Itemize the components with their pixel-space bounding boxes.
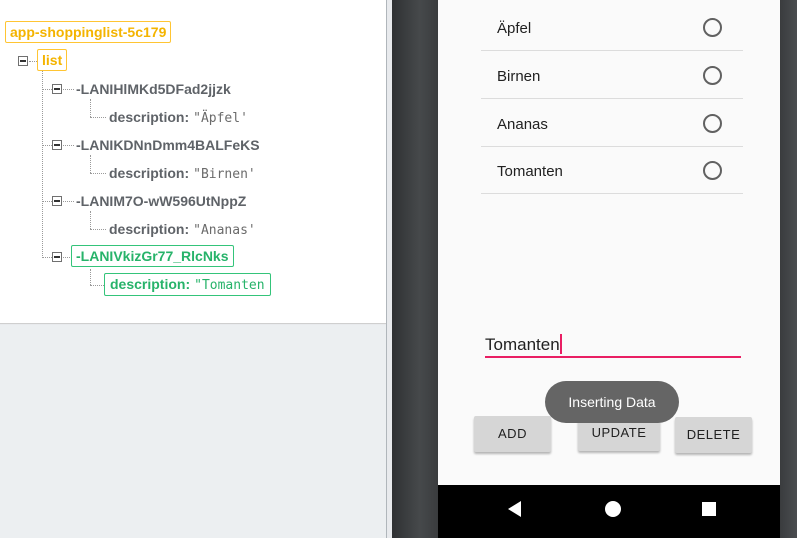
shopping-list-item[interactable]: Ananas xyxy=(481,99,743,147)
tree-connector xyxy=(90,285,104,286)
text-cursor xyxy=(559,334,562,354)
collapse-toggle-entry[interactable] xyxy=(52,252,62,262)
tree-connector xyxy=(90,229,106,230)
collapse-toggle-entry[interactable] xyxy=(52,84,62,94)
panel-divider xyxy=(386,0,387,538)
item-label: Birnen xyxy=(497,68,541,85)
item-label: Tomanten xyxy=(497,163,563,180)
tree-entry-key[interactable]: -LANIKDNnDmm4BALFeKS xyxy=(76,137,260,153)
tree-connector xyxy=(90,269,91,285)
shopping-list-item[interactable]: Äpfel xyxy=(481,3,743,51)
input-value: Tomanten xyxy=(485,335,560,354)
tree-entry-description[interactable]: description: "Ananas' xyxy=(109,221,256,238)
item-radio-button[interactable] xyxy=(703,114,722,133)
tree-connector xyxy=(90,99,91,117)
tree-entry-description[interactable]: description: "Äpfel' xyxy=(109,109,248,126)
tree-node-list[interactable]: list xyxy=(37,49,68,71)
tree-connector xyxy=(63,201,74,202)
tree-connector xyxy=(42,71,43,258)
description-key-label: description: xyxy=(109,165,190,181)
shopping-list-item[interactable]: Tomanten xyxy=(481,146,743,194)
item-radio-button[interactable] xyxy=(703,66,722,85)
android-navigation-bar xyxy=(438,485,780,538)
description-key-label: description: xyxy=(109,221,190,237)
description-value[interactable]: "Ananas' xyxy=(193,223,256,238)
collapse-toggle-entry[interactable] xyxy=(52,140,62,150)
tree-connector xyxy=(42,145,52,146)
database-tree-panel: app-shoppinglist-5c179 list -LANIHlMKd5D… xyxy=(0,0,386,324)
tree-connector xyxy=(29,61,37,62)
tree-connector xyxy=(90,117,106,118)
item-label: Ananas xyxy=(497,116,548,133)
delete-button[interactable]: DELETE xyxy=(675,417,752,453)
emulator-bezel-right xyxy=(780,0,797,538)
toast-message: Inserting Data xyxy=(545,381,679,423)
item-radio-button[interactable] xyxy=(703,161,722,180)
emulator-bezel-left xyxy=(392,0,438,538)
shopping-list-item[interactable]: Birnen xyxy=(481,51,743,99)
collapse-toggle-list[interactable] xyxy=(18,56,28,66)
tree-connector xyxy=(42,201,52,202)
tree-connector xyxy=(90,155,91,173)
tree-root-node[interactable]: app-shoppinglist-5c179 xyxy=(5,21,172,43)
item-input-field[interactable]: Tomanten xyxy=(485,332,741,358)
description-key-label: description: xyxy=(110,276,191,292)
tree-connector xyxy=(63,257,70,258)
tree-connector xyxy=(63,145,74,146)
add-button[interactable]: ADD xyxy=(474,416,551,452)
description-value[interactable]: "Äpfel' xyxy=(193,111,248,126)
tree-entry-description[interactable]: description: "Birnen' xyxy=(109,165,256,182)
tree-connector xyxy=(90,173,106,174)
recents-square-icon[interactable] xyxy=(702,502,716,516)
tree-entry-key[interactable]: -LANIM7O-wW596UtNppZ xyxy=(76,193,246,209)
home-circle-icon[interactable] xyxy=(605,501,621,517)
tree-entry-key[interactable]: -LANIHlMKd5DFad2jjzk xyxy=(76,81,231,97)
description-value[interactable]: "Birnen' xyxy=(193,167,256,182)
tree-connector xyxy=(42,89,52,90)
item-label: Äpfel xyxy=(497,20,532,37)
tree-connector xyxy=(42,257,52,258)
description-key-label: description: xyxy=(109,109,190,125)
tree-entry-key-new[interactable]: -LANIVkizGr77_RlcNks xyxy=(71,245,234,267)
tree-connector xyxy=(90,211,91,229)
tree-connector xyxy=(63,89,74,90)
tree-entry-description-new[interactable]: description: "Tomanten xyxy=(104,273,271,296)
empty-panel-area xyxy=(0,325,386,538)
description-value[interactable]: "Tomanten xyxy=(194,278,264,293)
collapse-toggle-entry[interactable] xyxy=(52,196,62,206)
item-radio-button[interactable] xyxy=(703,18,722,37)
back-triangle-icon[interactable] xyxy=(508,501,521,517)
